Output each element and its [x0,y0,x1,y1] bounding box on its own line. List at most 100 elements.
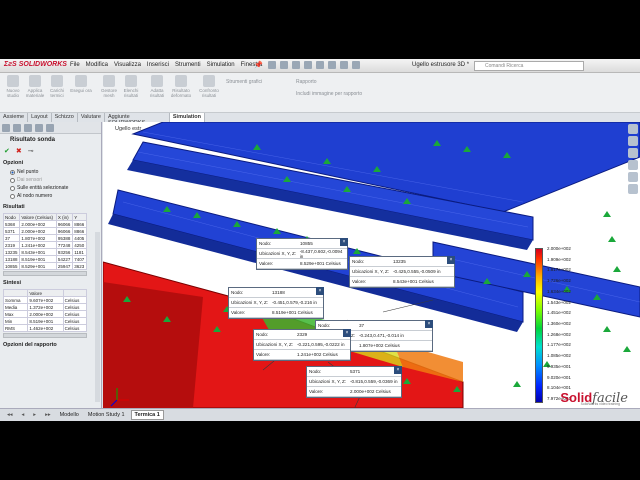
feature-tree-icon[interactable] [2,124,10,132]
new-study-button[interactable]: Nuovo studio [2,75,24,98]
appearance-icon[interactable] [628,172,638,182]
report-options-header[interactable]: Opzioni del rapporto [0,340,101,350]
table-cell: 8.543e+001 [19,248,57,256]
options-icon[interactable] [352,61,360,69]
table-row[interactable]: 5368 2.000e+002 96066 8866 [2,220,87,228]
run-button[interactable]: Esegui ora [70,75,92,93]
menu-file[interactable]: File [70,62,80,68]
print-icon[interactable] [304,61,312,69]
table-row[interactable]: 5371 2.000e+002 96066 8866 [2,227,87,235]
nav-next-icon[interactable]: ▸ [30,411,39,419]
rebuild-icon[interactable] [340,61,348,69]
dim-icon[interactable] [35,124,43,132]
probe-result-box[interactable]: Nodo: 2329 Ubicazioni X, Y, Z: -0.221,0.595… [253,329,351,361]
table-row[interactable]: 13188 8.519e+001 54227 7407 [2,255,87,263]
close-probe-icon[interactable]: × [425,320,433,328]
table-row[interactable]: 2319 1.241e+002 77248 4250 [2,241,87,249]
summary-hscrollbar[interactable] [3,333,87,338]
option-at-location[interactable]: Nel punto [0,168,101,176]
option-on-selected[interactable]: Sulle entità selezionate [0,184,101,192]
home-icon[interactable] [628,124,638,134]
fit-results-button[interactable]: Adatta risultati [146,75,168,98]
thermal-loads-button[interactable]: Carichi termici [46,75,68,98]
feature-tree-root[interactable]: Ugello estr [115,126,141,132]
solidworks-logo[interactable]: ƩƨS SOLIDWORKS [4,61,67,68]
tab-simulation[interactable]: Simulation [169,113,205,122]
search-input[interactable]: Comandi Ricerca [474,61,584,71]
compare-results-button[interactable]: Confronto risultati [198,75,220,98]
display-icon[interactable] [46,124,54,132]
close-probe-icon[interactable]: × [340,238,348,246]
nav-first-icon[interactable]: ◂◂ [4,411,16,419]
close-probe-icon[interactable]: × [447,256,455,264]
menu-edit[interactable]: Modifica [86,62,108,68]
result-lists-button[interactable]: Elenchi risultati [120,75,142,98]
table-row[interactable]: 37 1.807e+002 95388 4405 [2,234,87,242]
pin-icon[interactable]: 📌 [254,61,263,69]
plot-tools-list[interactable]: Strumenti grafici [226,79,262,85]
menu-insert[interactable]: Inserisci [147,62,169,68]
option-from-sensors[interactable]: Dai sensori [0,176,101,184]
library-icon[interactable] [628,148,638,158]
tab-model[interactable]: Modello [57,411,82,419]
option-node-number[interactable]: Al nodo numero [0,192,101,200]
config-icon[interactable] [24,124,32,132]
undo-icon[interactable] [316,61,324,69]
table-row[interactable]: 10855 8.529e+001 25947 3623 [2,262,87,270]
tab-evaluate[interactable]: Valutare [78,113,105,122]
graphics-area[interactable]: Ugello estr 2.000e+002 1.909e+002 1.817e+0… [103,122,640,408]
report-list[interactable]: Rapporto [296,79,317,85]
probe-result-box[interactable]: Nodo: 5371 Ubicazioni X, Y, Z: -0.815,0.559… [306,366,402,398]
results-col-header[interactable]: Nodo [2,213,21,221]
close-probe-icon[interactable]: × [316,287,324,295]
table-cell: Celsius [62,317,88,325]
options-header[interactable]: Opzioni [0,158,101,168]
tab-assembly[interactable]: Assieme [0,113,29,122]
resources-icon[interactable] [628,136,638,146]
results-col-header[interactable]: Y [72,213,87,221]
results-header[interactable]: Risultati [0,202,101,212]
mesh-manager-button[interactable]: Gestore mesh [98,75,120,98]
table-cell: Max [2,310,29,318]
menu-simulation[interactable]: Simulation [207,62,235,68]
probe-result-box[interactable]: Nodo: 10855 Ubicazioni X, Y, Z: -8.437,0.60… [256,238,348,270]
tab-addins[interactable]: Aggiunte SOLIDWORKS [105,113,170,126]
tab-layout[interactable]: Layout [28,113,52,122]
explorer-icon[interactable] [628,160,638,170]
menu-view[interactable]: Visualizza [114,62,141,68]
table-row[interactable]: 13235 8.543e+001 93256 1181 [2,248,87,256]
property-icon[interactable] [13,124,21,132]
pushpin-icon[interactable]: ⊸ [28,147,34,155]
apply-material-button[interactable]: Applica materiale [24,75,46,98]
probe-temperature-value: 1.241e+002 Celsius [297,352,338,357]
probe-result-box[interactable]: Nodo: 13235 Ubicazioni X, Y, Z: -0.425,0.55… [349,256,455,288]
cancel-icon[interactable]: ✖ [16,147,22,155]
tab-sketch[interactable]: Schizzo [52,113,78,122]
menu-tools[interactable]: Strumenti [175,62,201,68]
close-probe-icon[interactable]: × [343,329,351,337]
deformed-result-button[interactable]: Risultato deformato [170,75,192,98]
results-col-header[interactable]: Valore (Celsius) [19,213,57,221]
summary-header[interactable]: Sintesi [0,278,101,288]
ok-icon[interactable]: ✔ [4,147,10,155]
select-icon[interactable] [328,61,336,69]
probe-coords-label: Ubicazioni X, Y, Z: [256,342,294,347]
results-col-header[interactable]: X (in) [55,213,74,221]
results-table[interactable]: Nodo Valore (Celsius) X (in) Y 5368 2.000e+00… [2,213,87,270]
tab-thermal[interactable]: Termica 1 [130,410,164,420]
results-hscrollbar[interactable] [3,271,87,276]
close-probe-icon[interactable]: × [394,366,402,374]
solidworks-window: ƩƨS SOLIDWORKS File Modifica Visualizza I… [0,59,640,421]
properties-icon[interactable] [628,184,638,194]
probe-result-box[interactable]: Nodo: 13188 Ubicazioni X, Y, Z: -0.451,0.57… [228,287,324,319]
new-file-icon[interactable] [268,61,276,69]
include-image-list[interactable]: Includi immagine per rapporto [296,91,362,97]
nav-prev-icon[interactable]: ◂ [19,411,28,419]
open-file-icon[interactable] [280,61,288,69]
tab-motion-study[interactable]: Motion Study 1 [85,411,128,419]
table-cell: 1.807e+002 [19,234,57,242]
table-cell: Somma [2,296,29,304]
nav-last-icon[interactable]: ▸▸ [42,411,54,419]
save-icon[interactable] [292,61,300,69]
panel-scrollbar[interactable] [95,232,100,402]
